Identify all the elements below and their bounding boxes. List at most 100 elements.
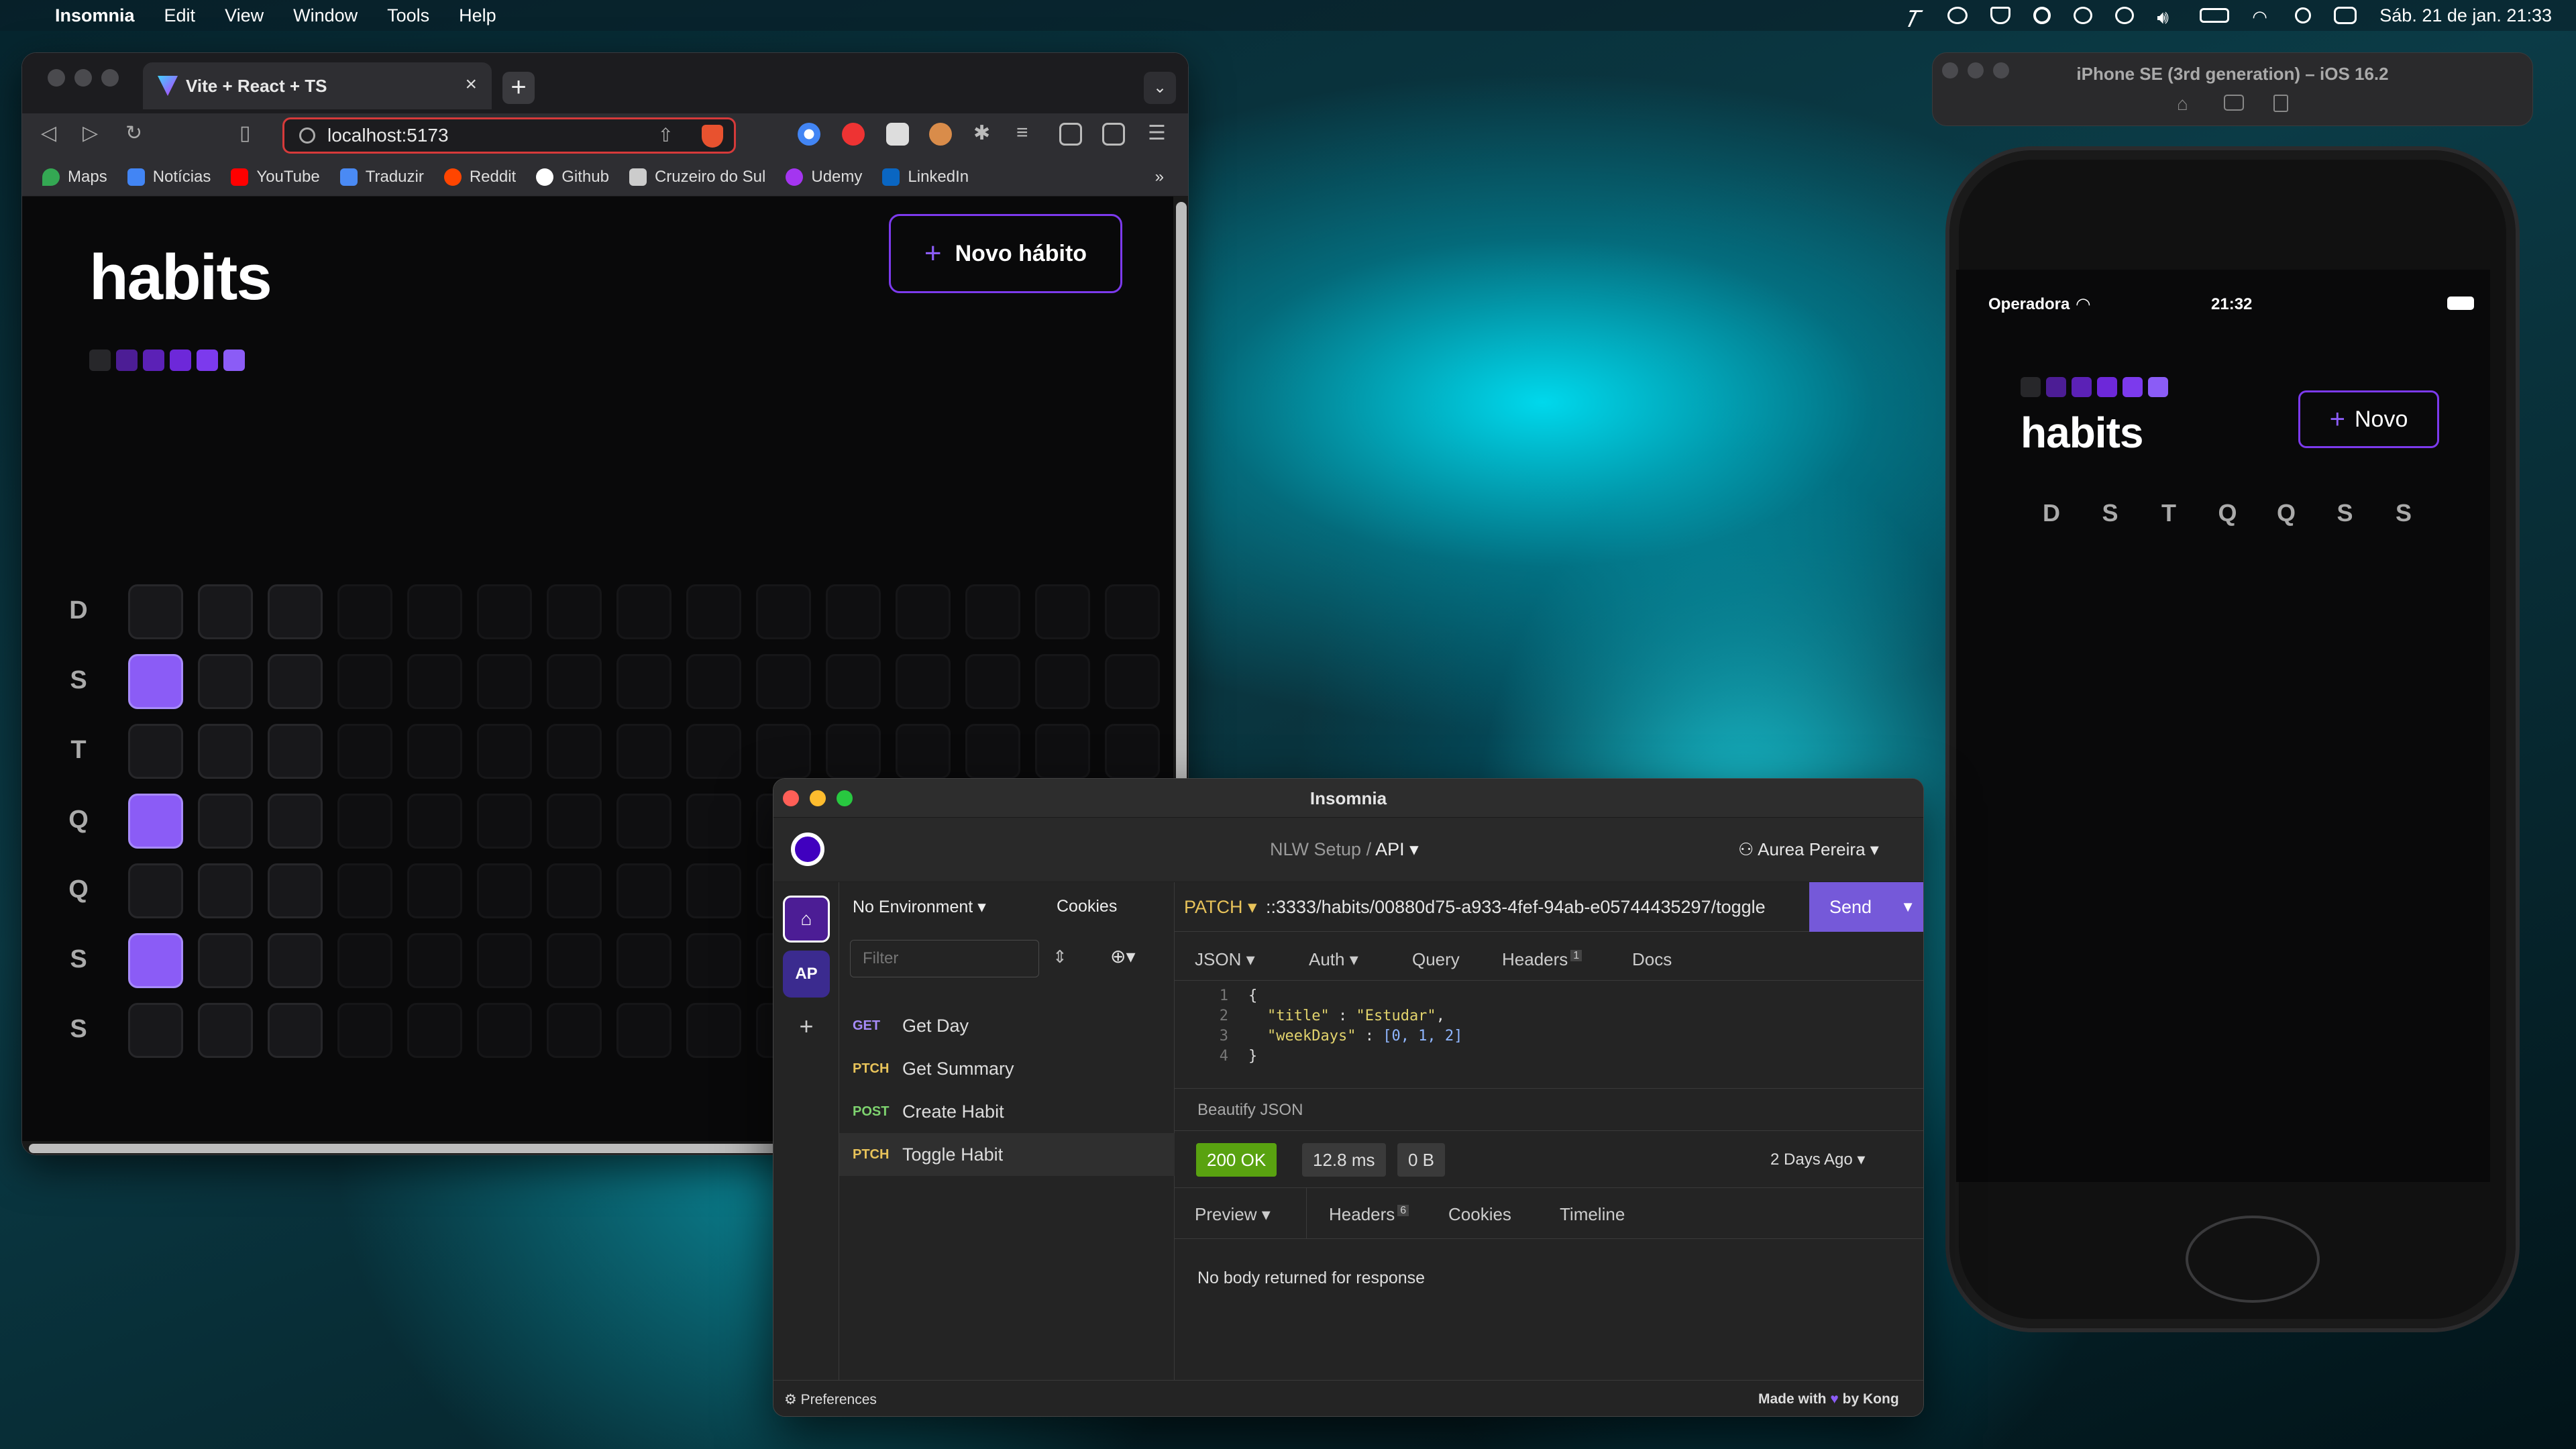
habit-day-cell[interactable] bbox=[128, 863, 183, 918]
home-icon[interactable]: ⌂ bbox=[2177, 93, 2188, 115]
habit-day-cell[interactable] bbox=[268, 863, 323, 918]
habit-day-cell[interactable] bbox=[198, 724, 253, 779]
menu-app-name[interactable]: Insomnia bbox=[55, 5, 135, 26]
bookmark-traduzir[interactable]: Traduzir bbox=[339, 168, 424, 186]
bookmark-youtube[interactable]: YouTube bbox=[231, 168, 320, 186]
breadcrumb[interactable]: NLW Setup / API ▾ bbox=[1270, 839, 1419, 860]
bookmark-icon[interactable]: ▯ bbox=[239, 121, 251, 145]
beautify-json-button[interactable]: Beautify JSON bbox=[1197, 1101, 1303, 1120]
zoom-window-button[interactable] bbox=[101, 69, 119, 87]
history-dropdown[interactable]: 2 Days Ago ▾ bbox=[1770, 1150, 1865, 1169]
request-item[interactable]: PTCH Toggle Habit bbox=[839, 1133, 1175, 1176]
mobile-new-button[interactable]: + Novo bbox=[2298, 390, 2439, 448]
method-select[interactable]: PATCH ▾ bbox=[1184, 897, 1257, 918]
home-button[interactable] bbox=[2186, 1216, 2320, 1303]
menu-help[interactable]: Help bbox=[459, 5, 496, 26]
new-habit-button[interactable]: + Novo hábito bbox=[889, 214, 1122, 293]
habit-day-cell[interactable] bbox=[268, 933, 323, 988]
menu-tools[interactable]: Tools bbox=[387, 5, 429, 26]
home-icon[interactable]: ⌂ bbox=[783, 896, 830, 943]
circle-icon[interactable] bbox=[2033, 7, 2051, 24]
volume-icon[interactable]: 🔊︎ bbox=[2157, 7, 2177, 28]
breadcrumb-project[interactable]: NLW Setup bbox=[1270, 839, 1361, 859]
tab-response-cookies[interactable]: Cookies bbox=[1448, 1204, 1511, 1225]
address-bar[interactable]: localhost:5173 ⇧ bbox=[282, 117, 736, 154]
insomnia-logo-icon[interactable] bbox=[791, 833, 824, 866]
request-item[interactable]: GET Get Day bbox=[839, 1004, 1175, 1047]
habit-day-cell[interactable] bbox=[198, 933, 253, 988]
spotlight-search-icon[interactable] bbox=[2295, 7, 2312, 23]
preferences-button[interactable]: ⚙ Preferences bbox=[784, 1391, 877, 1408]
habit-day-cell[interactable] bbox=[198, 863, 253, 918]
ins-close-button[interactable] bbox=[783, 790, 799, 806]
chevron-down-icon[interactable]: ▼ bbox=[1900, 882, 1915, 932]
extension-card-icon[interactable] bbox=[886, 123, 909, 146]
browser-menu-icon[interactable]: ☰ bbox=[1148, 121, 1166, 145]
habit-day-cell[interactable] bbox=[128, 1003, 183, 1058]
tab-docs[interactable]: Docs bbox=[1632, 949, 1672, 970]
sidebar-icon[interactable] bbox=[1059, 123, 1082, 146]
tab-query[interactable]: Query bbox=[1412, 949, 1460, 970]
ins-minimize-button[interactable] bbox=[810, 790, 826, 806]
bookmarks-overflow-icon[interactable]: » bbox=[1155, 168, 1164, 186]
bookmark-reddit[interactable]: Reddit bbox=[443, 168, 516, 186]
habit-day-cell[interactable] bbox=[128, 724, 183, 779]
habit-day-cell[interactable] bbox=[128, 584, 183, 639]
screenshot-icon[interactable] bbox=[2224, 95, 2244, 111]
made-with-kong[interactable]: Made with ♥ by Kong bbox=[1758, 1391, 1899, 1407]
back-icon[interactable]: ◁ bbox=[41, 121, 56, 145]
browser-tab-active[interactable]: Vite + React + TS × bbox=[143, 62, 492, 109]
habit-day-cell[interactable] bbox=[128, 933, 183, 988]
bookmark-noticias[interactable]: Notícias bbox=[127, 168, 211, 186]
habit-day-cell[interactable] bbox=[268, 584, 323, 639]
menu-view[interactable]: View bbox=[225, 5, 264, 26]
wifi-icon[interactable]: ◠ bbox=[2252, 7, 2272, 27]
sort-icon[interactable]: ⇕ bbox=[1053, 947, 1067, 967]
control-center-icon[interactable] bbox=[2334, 7, 2357, 24]
tab-headers[interactable]: Headers 1 bbox=[1502, 949, 1582, 970]
bookmark-udemy[interactable]: Udemy bbox=[786, 168, 862, 186]
habit-day-cell[interactable] bbox=[268, 724, 323, 779]
habit-day-cell[interactable] bbox=[128, 794, 183, 849]
brave-shield-icon[interactable] bbox=[702, 125, 723, 148]
close-window-button[interactable] bbox=[48, 69, 65, 87]
json-body-editor[interactable]: 1 2 3 4 { "title" : "Estudar", "weekDays… bbox=[1175, 980, 1923, 1089]
wallet-icon[interactable] bbox=[1102, 123, 1125, 146]
habit-day-cell[interactable] bbox=[198, 654, 253, 709]
tab-list-chevron-icon[interactable]: ⌄ bbox=[1144, 72, 1176, 104]
forward-icon[interactable]: ▷ bbox=[83, 121, 98, 145]
close-tab-icon[interactable]: × bbox=[465, 73, 477, 96]
rotate-icon[interactable] bbox=[2273, 95, 2288, 112]
reload-icon[interactable]: ↻ bbox=[125, 121, 142, 145]
share-icon[interactable]: ⇧ bbox=[658, 119, 674, 152]
request-item[interactable]: PTCH Get Summary bbox=[839, 1047, 1175, 1090]
new-tab-button[interactable]: + bbox=[502, 72, 535, 104]
minimize-window-button[interactable] bbox=[74, 69, 92, 87]
workspace-ap-button[interactable]: AP bbox=[783, 951, 830, 998]
bookmark-cruzeiro-do-sul[interactable]: Cruzeiro do Sul bbox=[629, 168, 765, 186]
site-info-icon[interactable] bbox=[299, 127, 315, 144]
filter-input[interactable] bbox=[850, 940, 1039, 977]
time-machine-icon[interactable] bbox=[2115, 7, 2135, 24]
extension-red-icon[interactable] bbox=[842, 123, 865, 146]
tab-timeline[interactable]: Timeline bbox=[1560, 1204, 1625, 1225]
request-url-input[interactable]: ::3333/habits/00880d75-a933-4fef-94ab-e0… bbox=[1266, 897, 1803, 918]
habit-day-cell[interactable] bbox=[268, 794, 323, 849]
tab-response-headers[interactable]: Headers 6 bbox=[1329, 1204, 1409, 1225]
tab-auth[interactable]: Auth ▾ bbox=[1309, 949, 1358, 970]
ins-zoom-button[interactable] bbox=[837, 790, 853, 806]
menu-window[interactable]: Window bbox=[293, 5, 358, 26]
habit-day-cell[interactable] bbox=[268, 1003, 323, 1058]
breadcrumb-collection[interactable]: API bbox=[1375, 839, 1405, 859]
user-menu[interactable]: ⚇ Aurea Pereira ▾ bbox=[1738, 839, 1879, 860]
playlist-icon[interactable]: ≡ bbox=[1016, 121, 1028, 144]
add-workspace-icon[interactable]: + bbox=[783, 1003, 830, 1050]
battery-icon[interactable] bbox=[2200, 8, 2230, 23]
extensions-puzzle-icon[interactable]: ✱ bbox=[973, 121, 990, 145]
add-request-icon[interactable]: ⊕▾ bbox=[1110, 945, 1136, 967]
send-button[interactable]: Send ▼ bbox=[1809, 882, 1923, 932]
bookmark-maps[interactable]: Maps bbox=[42, 168, 107, 186]
tab-preview[interactable]: Preview ▾ bbox=[1195, 1204, 1271, 1225]
environment-select[interactable]: No Environment ▾ bbox=[853, 897, 986, 917]
habit-day-cell[interactable] bbox=[268, 654, 323, 709]
